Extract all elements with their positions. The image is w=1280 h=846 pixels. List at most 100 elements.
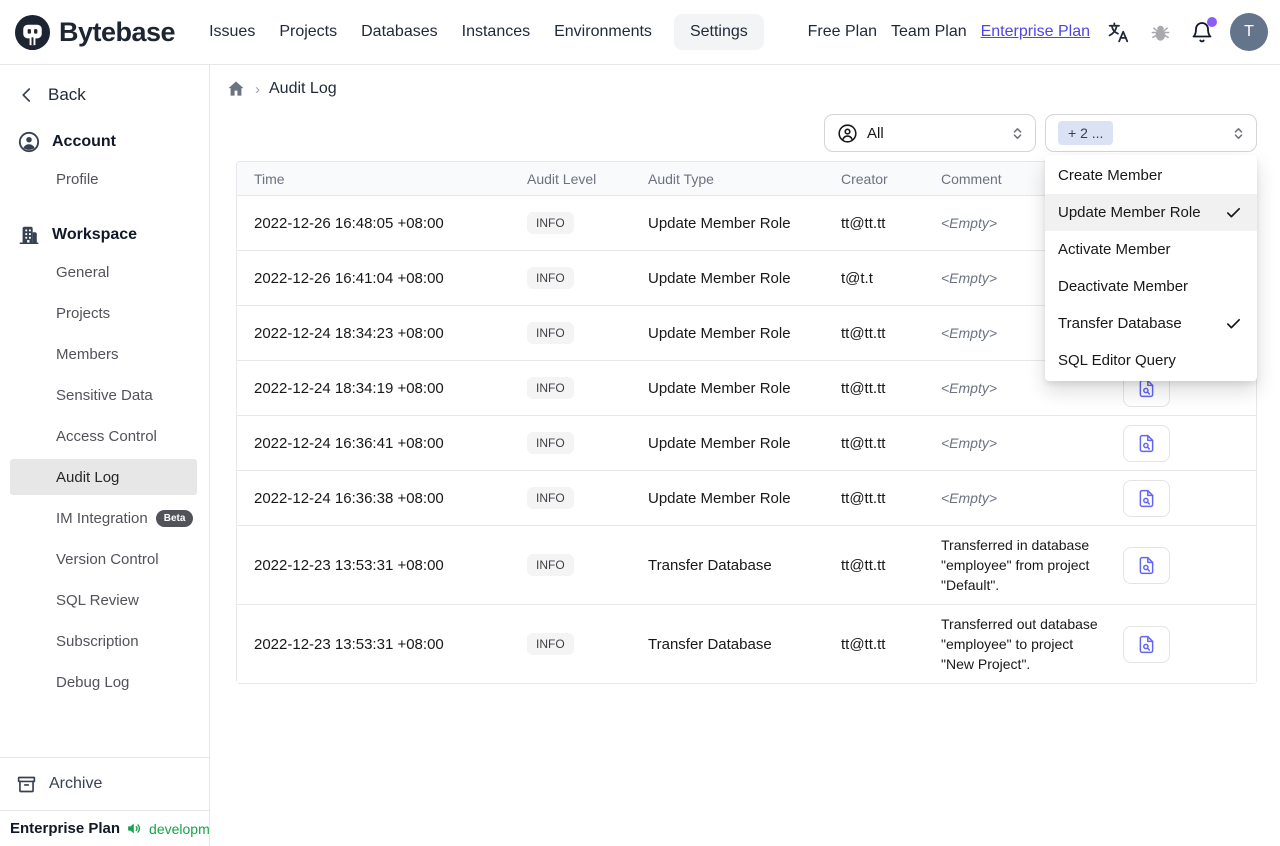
- menu-item-activate-member[interactable]: Activate Member: [1045, 231, 1257, 268]
- nav-item-settings[interactable]: Settings: [673, 14, 764, 50]
- row-audit-level: INFO: [527, 267, 648, 289]
- debug-bug-icon[interactable]: [1146, 18, 1174, 46]
- sidebar-item-archive[interactable]: Archive: [0, 757, 209, 810]
- file-search-icon: [1136, 433, 1157, 454]
- team-plan-link[interactable]: Team Plan: [891, 23, 967, 41]
- sidebar-item-sensitive-data[interactable]: Sensitive Data: [10, 377, 197, 413]
- sidebar-item-version-control[interactable]: Version Control: [10, 541, 197, 577]
- view-detail-button[interactable]: [1123, 479, 1170, 517]
- sidebar-item-im-integration[interactable]: IM Integration Beta: [10, 500, 197, 536]
- creator-filter-select[interactable]: All: [824, 114, 1036, 152]
- row-comment: <Empty>: [941, 435, 998, 451]
- file-search-icon: [1136, 634, 1157, 655]
- sidebar-item-debug-log[interactable]: Debug Log: [10, 664, 197, 700]
- sidebar-item-profile[interactable]: Profile: [10, 161, 197, 197]
- user-avatar[interactable]: T: [1230, 13, 1268, 51]
- sidebar-item-members[interactable]: Members: [10, 336, 197, 372]
- nav-item-instances[interactable]: Instances: [460, 14, 532, 50]
- back-label: Back: [48, 85, 86, 104]
- workspace-section-header: Workspace: [18, 222, 209, 248]
- row-audit-type: Update Member Role: [648, 379, 791, 397]
- bytebase-logo-icon: [14, 14, 51, 51]
- menu-item-create-member[interactable]: Create Member: [1045, 157, 1257, 194]
- select-chevrons-icon: [1010, 126, 1025, 141]
- row-time: 2022-12-26 16:48:05 +08:00: [254, 214, 444, 232]
- user-icon: [18, 131, 40, 153]
- column-header-audit-level: Audit Level: [527, 170, 597, 187]
- row-audit-level: INFO: [527, 432, 648, 454]
- row-audit-type: Update Member Role: [648, 489, 791, 507]
- nav-item-projects[interactable]: Projects: [277, 14, 339, 50]
- row-time: 2022-12-26 16:41:04 +08:00: [254, 269, 444, 287]
- audit-level-badge: INFO: [527, 377, 574, 399]
- row-time: 2022-12-24 18:34:23 +08:00: [254, 324, 444, 342]
- row-audit-level: INFO: [527, 377, 648, 399]
- bytebase-logo[interactable]: Bytebase: [14, 14, 176, 51]
- audit-level-badge: INFO: [527, 432, 574, 454]
- top-navbar: Bytebase Issues Projects Databases Instance…: [0, 0, 1280, 65]
- creator-filter-value: All: [867, 124, 884, 142]
- row-audit-type: Transfer Database: [648, 556, 772, 574]
- row-time: 2022-12-24 18:34:19 +08:00: [254, 379, 444, 397]
- table-row: 2022-12-24 16:36:41 +08:00 INFO Update M…: [237, 416, 1256, 471]
- account-section-header: Account: [18, 129, 209, 155]
- notifications-bell-icon[interactable]: [1188, 17, 1217, 46]
- row-comment: Transferred out database "employee" to p…: [941, 616, 1098, 672]
- sidebar-item-audit-log[interactable]: Audit Log: [10, 459, 197, 495]
- sidebar-item-access-control[interactable]: Access Control: [10, 418, 197, 454]
- sidebar-item-general[interactable]: General: [10, 254, 197, 290]
- check-icon: [1225, 315, 1242, 332]
- row-audit-type: Update Member Role: [648, 269, 791, 287]
- back-button[interactable]: Back: [18, 81, 209, 109]
- table-row: 2022-12-23 13:53:31 +08:00 INFO Transfer…: [237, 605, 1256, 683]
- row-creator: tt@tt.tt: [841, 214, 886, 232]
- main-nav: Issues Projects Databases Instances Environm…: [207, 14, 764, 50]
- row-comment: <Empty>: [941, 490, 998, 506]
- account-item-list: Profile: [0, 161, 209, 202]
- menu-item-update-member-role[interactable]: Update Member Role: [1045, 194, 1257, 231]
- free-plan-link[interactable]: Free Plan: [808, 23, 877, 41]
- column-header-audit-type: Audit Type: [648, 170, 714, 187]
- row-creator: tt@tt.tt: [841, 635, 886, 653]
- audit-level-badge: INFO: [527, 322, 574, 344]
- row-actions: [1113, 546, 1256, 584]
- audit-type-dropdown-menu: Create Member Update Member Role Activat…: [1045, 155, 1257, 381]
- row-actions: [1113, 424, 1256, 462]
- row-audit-type: Update Member Role: [648, 214, 791, 232]
- check-icon: [1225, 204, 1242, 221]
- nav-item-issues[interactable]: Issues: [207, 14, 257, 50]
- view-detail-button[interactable]: [1123, 625, 1170, 663]
- select-chevrons-icon: [1231, 126, 1246, 141]
- table-row: 2022-12-23 13:53:31 +08:00 INFO Transfer…: [237, 526, 1256, 605]
- language-switch-icon[interactable]: [1104, 18, 1132, 46]
- speaker-icon: [126, 820, 143, 837]
- row-creator: tt@tt.tt: [841, 379, 886, 397]
- notification-dot: [1207, 17, 1217, 27]
- row-audit-level: INFO: [527, 322, 648, 344]
- file-search-icon: [1136, 555, 1157, 576]
- sidebar-item-subscription[interactable]: Subscription: [10, 623, 197, 659]
- nav-item-databases[interactable]: Databases: [359, 14, 440, 50]
- audit-level-badge: INFO: [527, 212, 574, 234]
- home-icon[interactable]: [226, 79, 246, 99]
- building-icon: [18, 224, 40, 246]
- beta-badge: Beta: [155, 509, 194, 527]
- menu-item-deactivate-member[interactable]: Deactivate Member: [1045, 268, 1257, 305]
- enterprise-plan-link[interactable]: Enterprise Plan: [981, 23, 1090, 41]
- menu-item-sql-editor-query[interactable]: SQL Editor Query: [1045, 342, 1257, 379]
- nav-item-environments[interactable]: Environments: [552, 14, 654, 50]
- sidebar-bottom: Archive Enterprise Plan development: [0, 757, 229, 846]
- workspace-item-list: General Projects Members Sensitive Data …: [0, 254, 209, 705]
- row-time: 2022-12-24 16:36:38 +08:00: [254, 489, 444, 507]
- audit-type-filter-select[interactable]: + 2 ...: [1045, 114, 1257, 152]
- view-detail-button[interactable]: [1123, 546, 1170, 584]
- view-detail-button[interactable]: [1123, 424, 1170, 462]
- row-actions: [1113, 625, 1256, 663]
- row-audit-type: Update Member Role: [648, 434, 791, 452]
- sidebar-item-sql-review[interactable]: SQL Review: [10, 582, 197, 618]
- row-audit-level: INFO: [527, 633, 648, 655]
- sidebar-item-projects[interactable]: Projects: [10, 295, 197, 331]
- menu-item-transfer-database[interactable]: Transfer Database: [1045, 305, 1257, 342]
- row-audit-level: INFO: [527, 554, 648, 576]
- row-actions: [1113, 479, 1256, 517]
